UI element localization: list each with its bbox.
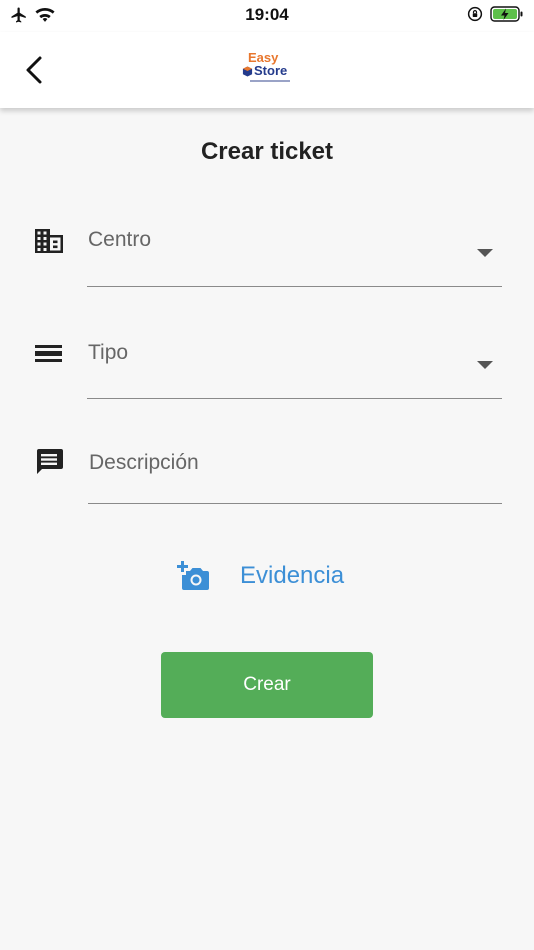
tipo-dropdown[interactable]: Tipo (0, 335, 534, 401)
building-icon (35, 229, 63, 253)
centro-dropdown[interactable]: Centro (0, 222, 534, 288)
centro-underline (87, 286, 502, 287)
logo-underline (250, 80, 290, 82)
app-bar: Easy Store (0, 32, 534, 108)
chevron-down-icon (477, 249, 493, 257)
status-bar: 19:04 (0, 0, 534, 32)
message-icon (37, 449, 63, 474)
back-button[interactable] (14, 50, 54, 90)
status-right-icons (466, 5, 524, 23)
evidence-label: Evidencia (240, 562, 345, 589)
logo-text-bottom: Store (254, 63, 288, 78)
page-title: Crear ticket (200, 138, 334, 165)
chevron-left-icon (26, 56, 42, 84)
evidence-button[interactable]: Evidencia (176, 556, 344, 596)
crear-button[interactable]: Crear (161, 652, 373, 718)
cube-icon (242, 66, 253, 77)
descripcion-label: Descripción (89, 451, 199, 474)
list-lines-icon (35, 345, 62, 362)
easy-store-logo: Easy Store (236, 50, 298, 96)
status-time: 19:04 (245, 5, 289, 24)
descripcion-underline (88, 503, 502, 504)
tipo-label: Tipo (88, 341, 129, 364)
add-camera-icon (177, 561, 209, 590)
tipo-underline (87, 398, 502, 399)
battery-charging-icon (490, 6, 523, 22)
descripcion-field[interactable]: Descripción (0, 443, 534, 505)
chevron-down-icon (477, 361, 493, 369)
centro-label: Centro (88, 228, 152, 251)
rotation-lock-icon (467, 6, 483, 22)
